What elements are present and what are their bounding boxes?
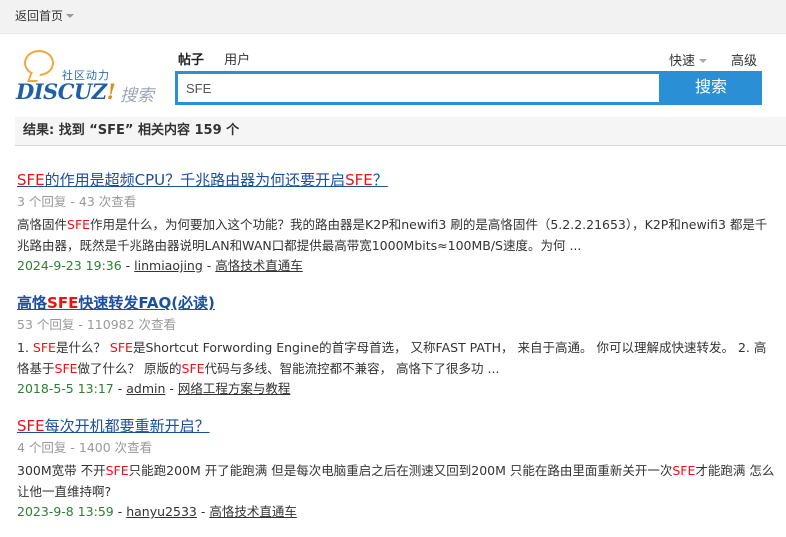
author-link[interactable]: hanyu2533 [126,504,197,519]
keyword-highlight: SFE [32,340,56,355]
keyword-highlight: SFE [67,217,91,232]
speech-bubble-icon [24,50,54,76]
tab-posts[interactable]: 帖子 [178,53,204,68]
author-link[interactable]: linmiaojing [134,258,203,273]
keyword-highlight: SFE [17,417,45,435]
snippet-text: 300M宽带 不开 [17,463,106,478]
snippet-text: 1. [17,340,33,355]
site-logo[interactable]: 社区动力 DISCUZ! 搜索 [16,48,161,106]
separator: - [121,258,135,273]
author-link[interactable]: admin [126,381,165,396]
result-snippet: 300M宽带 不开SFE只能跑200M 开了能跑满 但是每次电脑重启之后在测速又… [17,460,777,502]
title-text: 高恪 [17,294,48,312]
chevron-down-icon [66,14,75,18]
result-snippet: 1. SFE是什么？ SFE是Shortcut Forwording Engin… [17,337,777,379]
result-meta: 4 个回复 - 1400 次查看 [17,440,153,455]
separator: - [196,504,210,519]
logo-search-word: 搜索 [120,86,154,106]
logo-brand: DISCUZ! [16,79,116,104]
result-title-link[interactable]: SFE的作用是超频CPU？千兆路由器为何还要开启SFE？ [17,171,777,189]
quick-search-label: 快速 [669,54,696,69]
snippet-text: 是什么？ [55,340,110,355]
result-meta: 3 个回复 - 43 次查看 [17,194,137,209]
keyword-highlight: SFE [109,340,133,355]
keyword-highlight: SFE [345,171,373,189]
list-item: SFE的作用是超频CPU？千兆路由器为何还要开启SFE？ 3 个回复 - 43 … [17,171,777,275]
title-text: 快速转发FAQ(必读) [78,294,215,312]
forum-link[interactable]: 网络工程方案与教程 [178,381,291,396]
keyword-highlight: SFE [47,294,79,312]
back-home-label: 返回首页 [15,9,64,23]
keyword-highlight: SFE [54,361,78,376]
forum-link[interactable]: 高恪技术直通车 [209,504,297,519]
post-date: 2024-9-23 19:36 [17,258,122,273]
snippet-text: 代码与多线、智能流控都不兼容， 高恪下了很多功 ... [204,361,500,376]
keyword-highlight: SFE [181,361,205,376]
result-info: 2018-5-5 13:17 - admin - 网络工程方案与教程 [17,380,777,398]
search-type-tabs: 帖子 用户 [178,49,266,68]
search-box [175,71,662,105]
forum-link[interactable]: 高恪技术直通车 [215,258,303,273]
result-title-link[interactable]: 高恪SFE快速转发FAQ(必读) [17,294,777,312]
title-text: 的作用是超频CPU？千兆路由器为何还要开启 [44,171,346,189]
result-title-link[interactable]: SFE每次开机都要重新开启？ [17,417,777,435]
search-input[interactable] [178,74,659,102]
post-date: 2023-9-8 13:59 [17,504,114,519]
result-snippet: 高恪固件SFE作用是什么，为何要加入这个功能？我的路由器是K2P和newifi3… [17,214,777,256]
title-text: ？ [372,171,388,189]
snippet-text: 作用是什么，为何要加入这个功能？我的路由器是K2P和newifi3 刷的是高恪固… [17,217,768,253]
separator: - [113,504,127,519]
post-date: 2018-5-5 13:17 [17,381,114,396]
snippet-text: 做了什么？ 原版的 [77,361,182,376]
search-button[interactable]: 搜索 [660,71,762,105]
list-item: 高恪SFE快速转发FAQ(必读) 53 个回复 - 110982 次查看 1. … [17,294,777,398]
snippet-text: 高恪固件 [17,217,68,232]
top-bar: 返回首页 [0,0,786,34]
logo-brand-bang: ! [106,79,116,104]
advanced-search-link[interactable]: 高级 [731,50,757,69]
result-summary: 结果: 找到 “SFE” 相关内容 159 个 [15,117,786,146]
separator: - [113,381,127,396]
result-meta: 53 个回复 - 110982 次查看 [17,317,177,332]
tab-users[interactable]: 用户 [224,53,250,68]
title-text: 每次开机都要重新开启？ [44,417,210,435]
quick-search-dropdown[interactable]: 快速 [669,50,708,69]
result-list: SFE的作用是超频CPU？千兆路由器为何还要开启SFE？ 3 个回复 - 43 … [17,171,777,537]
keyword-highlight: SFE [672,463,696,478]
keyword-highlight: SFE [17,171,45,189]
result-info: 2023-9-8 13:59 - hanyu2533 - 高恪技术直通车 [17,503,777,521]
chevron-down-icon [699,59,708,63]
list-item: SFE每次开机都要重新开启？ 4 个回复 - 1400 次查看 300M宽带 不… [17,417,777,521]
back-home-link[interactable]: 返回首页 [15,7,75,24]
logo-brand-main: DISCUZ [16,79,107,104]
result-info: 2024-9-23 19:36 - linmiaojing - 高恪技术直通车 [17,257,777,275]
keyword-highlight: SFE [105,463,129,478]
separator: - [165,381,178,396]
snippet-text: 只能跑200M 开了能跑满 但是每次电脑重启之后在测速又回到200M 只能在路由… [128,463,673,478]
separator: - [202,258,216,273]
